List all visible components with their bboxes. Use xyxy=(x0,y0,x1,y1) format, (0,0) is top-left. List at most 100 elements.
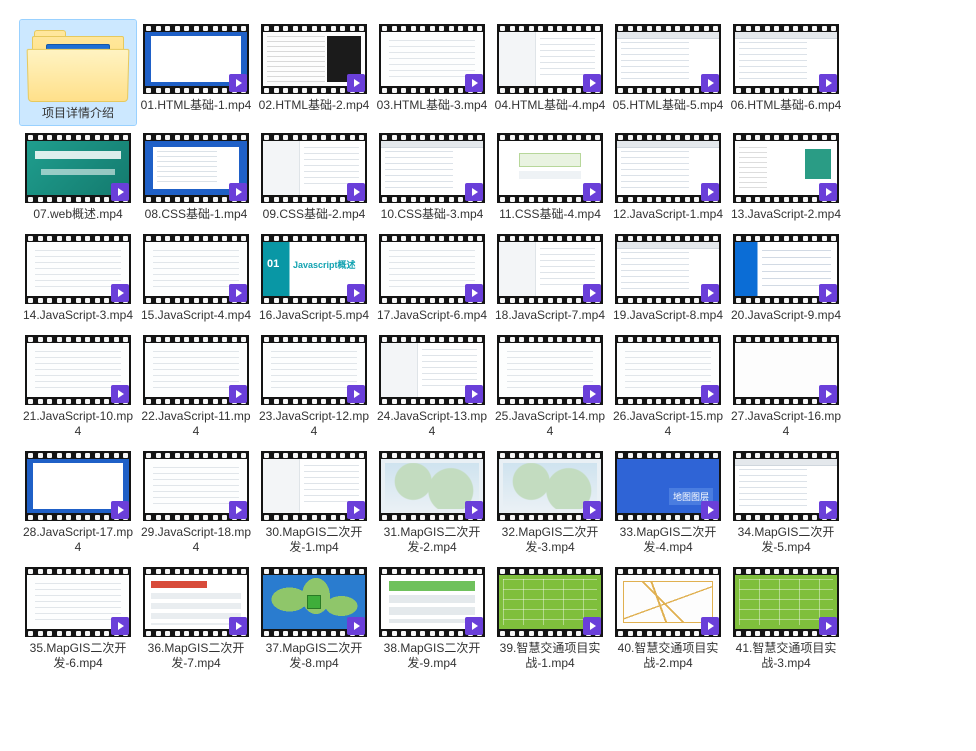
file-label: 08.CSS基础-1.mp4 xyxy=(140,207,252,222)
video-file-item[interactable]: 25.JavaScript-14.mp4 xyxy=(492,331,608,443)
video-file-item[interactable]: 12.JavaScript-1.mp4 xyxy=(610,129,726,226)
play-icon xyxy=(583,284,601,302)
file-label: 30.MapGIS二次开发-1.mp4 xyxy=(258,525,370,555)
video-file-item[interactable]: 32.MapGIS二次开发-3.mp4 xyxy=(492,447,608,559)
file-label: 24.JavaScript-13.mp4 xyxy=(376,409,488,439)
video-file-item[interactable]: 34.MapGIS二次开发-5.mp4 xyxy=(728,447,844,559)
video-file-item[interactable]: 16.JavaScript-5.mp4 xyxy=(256,230,372,327)
video-thumbnail xyxy=(261,24,367,94)
play-icon xyxy=(229,183,247,201)
video-thumbnail xyxy=(497,24,603,94)
video-thumbnail xyxy=(497,335,603,405)
file-label: 23.JavaScript-12.mp4 xyxy=(258,409,370,439)
file-label: 12.JavaScript-1.mp4 xyxy=(612,207,724,222)
play-icon xyxy=(465,183,483,201)
video-file-item[interactable]: 40.智慧交通项目实战-2.mp4 xyxy=(610,563,726,675)
folder-item[interactable]: 项目详情介绍 xyxy=(20,20,136,125)
play-icon xyxy=(465,284,483,302)
video-file-item[interactable]: 20.JavaScript-9.mp4 xyxy=(728,230,844,327)
video-file-item[interactable]: 17.JavaScript-6.mp4 xyxy=(374,230,490,327)
video-file-item[interactable]: 13.JavaScript-2.mp4 xyxy=(728,129,844,226)
video-file-item[interactable]: 21.JavaScript-10.mp4 xyxy=(20,331,136,443)
video-thumbnail xyxy=(379,567,485,637)
play-icon xyxy=(111,284,129,302)
video-file-item[interactable]: 30.MapGIS二次开发-1.mp4 xyxy=(256,447,372,559)
play-icon xyxy=(347,385,365,403)
video-file-item[interactable]: 22.JavaScript-11.mp4 xyxy=(138,331,254,443)
video-file-item[interactable]: 14.JavaScript-3.mp4 xyxy=(20,230,136,327)
video-file-item[interactable]: 02.HTML基础-2.mp4 xyxy=(256,20,372,117)
video-file-item[interactable]: 03.HTML基础-3.mp4 xyxy=(374,20,490,117)
video-file-item[interactable]: 26.JavaScript-15.mp4 xyxy=(610,331,726,443)
video-file-item[interactable]: 36.MapGIS二次开发-7.mp4 xyxy=(138,563,254,675)
play-icon xyxy=(347,617,365,635)
file-label: 29.JavaScript-18.mp4 xyxy=(140,525,252,555)
play-icon xyxy=(111,501,129,519)
file-label: 31.MapGIS二次开发-2.mp4 xyxy=(376,525,488,555)
play-icon xyxy=(347,183,365,201)
file-grid: 项目详情介绍 01.HTML基础-1.mp4 02.HTML基础-2.mp4 xyxy=(20,20,956,675)
folder-icon xyxy=(28,24,128,102)
video-file-item[interactable]: 18.JavaScript-7.mp4 xyxy=(492,230,608,327)
file-label: 41.智慧交通项目实战-3.mp4 xyxy=(730,641,842,671)
folder-label: 项目详情介绍 xyxy=(22,106,134,121)
video-thumbnail xyxy=(379,234,485,304)
play-icon xyxy=(819,501,837,519)
video-thumbnail xyxy=(497,567,603,637)
play-icon xyxy=(701,183,719,201)
video-file-item[interactable]: 28.JavaScript-17.mp4 xyxy=(20,447,136,559)
video-file-item[interactable]: 04.HTML基础-4.mp4 xyxy=(492,20,608,117)
video-thumbnail xyxy=(379,24,485,94)
video-thumbnail xyxy=(143,24,249,94)
video-file-item[interactable]: 37.MapGIS二次开发-8.mp4 xyxy=(256,563,372,675)
video-thumbnail xyxy=(615,335,721,405)
play-icon xyxy=(465,617,483,635)
play-icon xyxy=(465,501,483,519)
video-file-item[interactable]: 01.HTML基础-1.mp4 xyxy=(138,20,254,117)
video-file-item[interactable]: 11.CSS基础-4.mp4 xyxy=(492,129,608,226)
video-file-item[interactable]: 23.JavaScript-12.mp4 xyxy=(256,331,372,443)
video-file-item[interactable]: 38.MapGIS二次开发-9.mp4 xyxy=(374,563,490,675)
video-file-item[interactable]: 31.MapGIS二次开发-2.mp4 xyxy=(374,447,490,559)
video-file-item[interactable]: 06.HTML基础-6.mp4 xyxy=(728,20,844,117)
file-label: 35.MapGIS二次开发-6.mp4 xyxy=(22,641,134,671)
video-file-item[interactable]: 39.智慧交通项目实战-1.mp4 xyxy=(492,563,608,675)
video-thumbnail xyxy=(25,567,131,637)
play-icon xyxy=(111,183,129,201)
video-file-item[interactable]: 41.智慧交通项目实战-3.mp4 xyxy=(728,563,844,675)
video-file-item[interactable]: 07.web概述.mp4 xyxy=(20,129,136,226)
file-label: 25.JavaScript-14.mp4 xyxy=(494,409,606,439)
play-icon xyxy=(583,74,601,92)
video-thumbnail xyxy=(733,335,839,405)
file-label: 17.JavaScript-6.mp4 xyxy=(376,308,488,323)
video-file-item[interactable]: 05.HTML基础-5.mp4 xyxy=(610,20,726,117)
video-file-item[interactable]: 27.JavaScript-16.mp4 xyxy=(728,331,844,443)
video-thumbnail xyxy=(143,335,249,405)
file-label: 33.MapGIS二次开发-4.mp4 xyxy=(612,525,724,555)
file-label: 20.JavaScript-9.mp4 xyxy=(730,308,842,323)
play-icon xyxy=(701,284,719,302)
video-file-item[interactable]: 33.MapGIS二次开发-4.mp4 xyxy=(610,447,726,559)
play-icon xyxy=(701,501,719,519)
video-thumbnail xyxy=(25,133,131,203)
video-file-item[interactable]: 10.CSS基础-3.mp4 xyxy=(374,129,490,226)
play-icon xyxy=(465,74,483,92)
video-file-item[interactable]: 19.JavaScript-8.mp4 xyxy=(610,230,726,327)
file-label: 09.CSS基础-2.mp4 xyxy=(258,207,370,222)
video-file-item[interactable]: 24.JavaScript-13.mp4 xyxy=(374,331,490,443)
video-file-item[interactable]: 29.JavaScript-18.mp4 xyxy=(138,447,254,559)
video-thumbnail xyxy=(143,234,249,304)
video-file-item[interactable]: 09.CSS基础-2.mp4 xyxy=(256,129,372,226)
video-file-item[interactable]: 15.JavaScript-4.mp4 xyxy=(138,230,254,327)
video-thumbnail xyxy=(615,567,721,637)
play-icon xyxy=(583,183,601,201)
play-icon xyxy=(819,617,837,635)
file-label: 21.JavaScript-10.mp4 xyxy=(22,409,134,439)
video-thumbnail xyxy=(261,335,367,405)
video-thumbnail xyxy=(615,234,721,304)
video-file-item[interactable]: 08.CSS基础-1.mp4 xyxy=(138,129,254,226)
file-label: 40.智慧交通项目实战-2.mp4 xyxy=(612,641,724,671)
play-icon xyxy=(819,385,837,403)
file-label: 05.HTML基础-5.mp4 xyxy=(612,98,724,113)
video-file-item[interactable]: 35.MapGIS二次开发-6.mp4 xyxy=(20,563,136,675)
